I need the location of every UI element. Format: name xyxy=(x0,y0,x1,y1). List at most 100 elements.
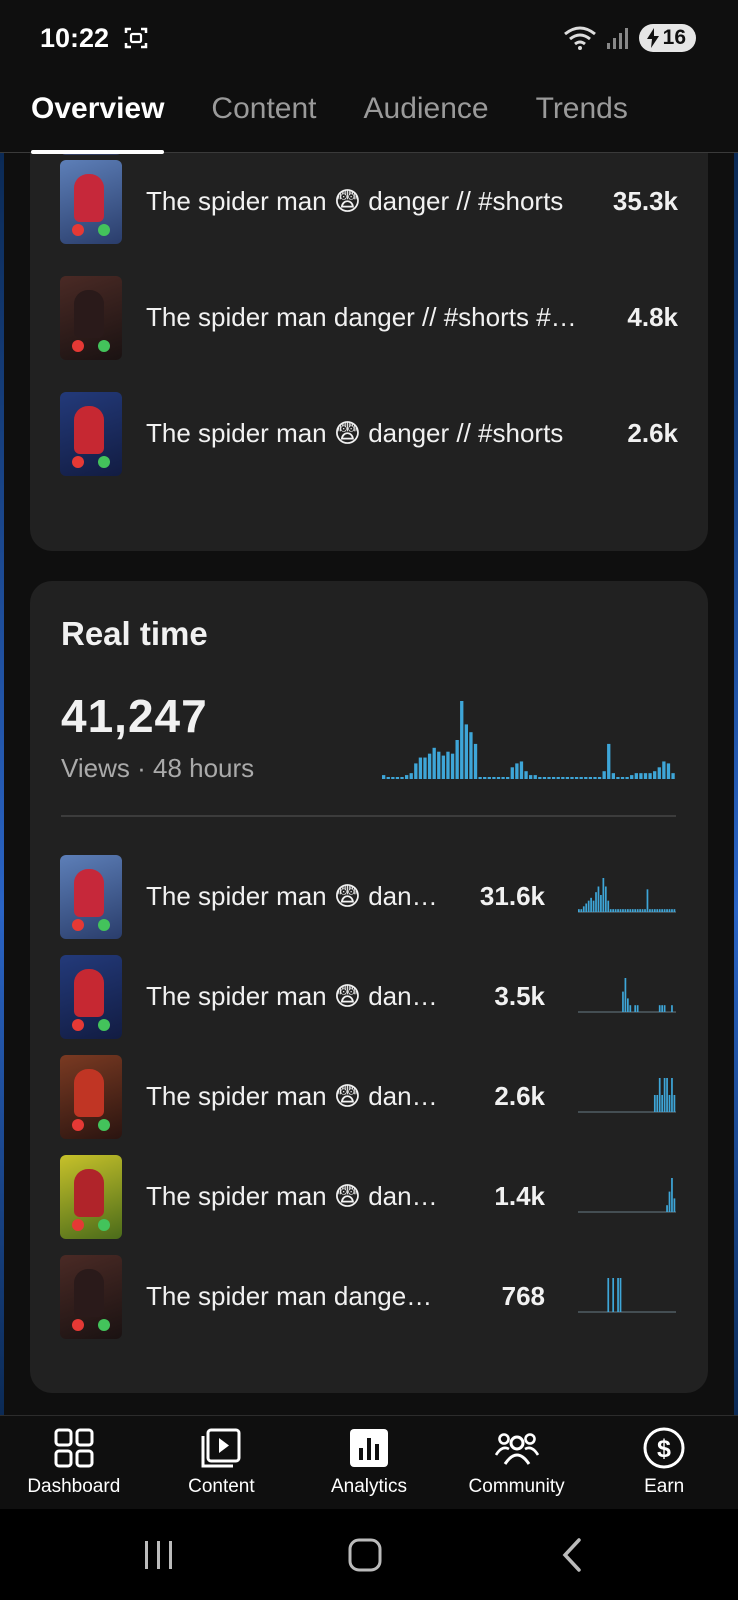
chart-bar xyxy=(579,777,583,779)
video-thumbnail xyxy=(60,1155,122,1239)
chart-bar xyxy=(556,777,560,779)
nav-community[interactable]: Community xyxy=(443,1416,591,1509)
battery-level: 16 xyxy=(662,26,686,49)
screen-edge-glow-right xyxy=(734,153,738,1415)
sparkline-bar xyxy=(624,909,627,912)
nav-dashboard[interactable]: Dashboard xyxy=(0,1416,148,1509)
chart-bar xyxy=(446,751,450,779)
chart-bar xyxy=(561,777,565,779)
nav-earn[interactable]: $ Earn xyxy=(590,1416,738,1509)
chart-bar xyxy=(519,761,524,779)
video-views: 2.6k xyxy=(627,418,678,448)
sparkline-bar xyxy=(614,909,617,912)
status-time: 10:22 xyxy=(40,22,110,53)
sparkline-bar xyxy=(617,909,619,912)
realtime-video-row[interactable]: The spider man 😨 danger 31.6k xyxy=(30,855,708,939)
sparkline-bar xyxy=(607,900,610,912)
tab-audience[interactable]: Audience xyxy=(364,76,489,153)
tab-trends[interactable]: Trends xyxy=(536,76,628,153)
sparkline-bar xyxy=(607,1278,610,1312)
chart-bar xyxy=(538,777,542,779)
sparkline-bar xyxy=(663,1005,666,1012)
top-content-row[interactable]: The spider man 😨 danger // #shorts 2.6k xyxy=(30,392,708,476)
back-button[interactable] xyxy=(553,1535,593,1575)
nav-label: Analytics xyxy=(330,1476,407,1497)
chart-bar xyxy=(616,777,620,779)
chart-bar xyxy=(510,767,514,779)
video-views-sparkline xyxy=(578,1078,676,1113)
sparkline-bar xyxy=(619,1278,622,1312)
recent-apps-button[interactable] xyxy=(139,1535,179,1575)
video-views: 35.3k xyxy=(612,186,678,216)
sparkline-bar xyxy=(604,886,607,912)
video-title: The spider man 😨 danger xyxy=(146,1081,440,1111)
sparkline-bar xyxy=(587,900,590,912)
sparkline-bar xyxy=(646,889,649,912)
chart-bar xyxy=(671,773,675,779)
realtime-card[interactable]: Real time 41,247 Views · 48 hours The sp… xyxy=(30,581,708,1393)
chart-bar xyxy=(460,701,464,779)
home-button[interactable] xyxy=(345,1535,385,1575)
chart-bar xyxy=(501,777,505,779)
sparkline-bar xyxy=(629,1005,632,1012)
video-views-sparkline xyxy=(578,878,676,913)
chart-bar xyxy=(414,763,418,779)
realtime-video-row[interactable]: The spider man 😨 danger 1.4k xyxy=(30,1155,708,1239)
chart-bar xyxy=(597,777,602,779)
sparkline-bar xyxy=(668,1191,671,1212)
video-thumbnail xyxy=(60,276,122,360)
analytics-overview-content[interactable]: The spider man 😨 danger // #shorts 35.3k T… xyxy=(0,153,738,1415)
nav-analytics[interactable]: Analytics xyxy=(295,1416,443,1509)
top-content-row[interactable]: The spider man danger // #shorts #shorts… xyxy=(30,276,708,360)
sparkline-bar xyxy=(609,909,612,912)
sparkline-bar xyxy=(580,909,583,912)
video-views: 2.6k xyxy=(494,1081,545,1111)
earn-icon: $ xyxy=(643,1427,685,1469)
tab-overview[interactable]: Overview xyxy=(31,76,165,154)
chart-bar xyxy=(639,773,643,779)
sparkline-bar xyxy=(663,909,666,912)
chart-bar xyxy=(648,773,652,779)
sparkline-bar xyxy=(656,1095,659,1112)
chart-bar xyxy=(607,743,611,779)
top-content-row[interactable]: The spider man 😨 danger // #shorts 35.3k xyxy=(30,160,708,244)
sparkline-bar xyxy=(592,900,595,912)
nav-content[interactable]: Content xyxy=(148,1416,296,1509)
chart-bar xyxy=(409,773,413,779)
realtime-video-row[interactable]: The spider man 😨 danger 2.6k xyxy=(30,1055,708,1139)
analytics-tabs: Overview Content Audience Trends xyxy=(0,76,738,154)
wifi-icon xyxy=(563,26,596,50)
sparkline-bar xyxy=(661,1005,664,1012)
nav-label: Content xyxy=(188,1476,255,1497)
chart-bar xyxy=(547,777,551,779)
chart-bar xyxy=(542,777,547,779)
sparkline-bar xyxy=(636,1005,639,1012)
sparkline-bar xyxy=(658,1005,661,1012)
sparkline-bar xyxy=(668,1095,671,1112)
chart-bar xyxy=(404,775,409,779)
realtime-views-count: 41,247 xyxy=(61,690,208,742)
sparkline-bar xyxy=(668,909,671,912)
sparkline-bar xyxy=(663,1078,666,1112)
video-views: 1.4k xyxy=(494,1181,545,1211)
sparkline-bar xyxy=(622,991,624,1012)
chart-bar xyxy=(423,757,427,779)
chart-bar xyxy=(427,753,432,779)
chart-bar xyxy=(524,771,528,779)
tab-content[interactable]: Content xyxy=(211,76,316,153)
sparkline-bar xyxy=(622,909,624,912)
sparkline-bar xyxy=(649,909,651,912)
sparkline-bar xyxy=(634,909,637,912)
community-icon xyxy=(494,1433,539,1465)
realtime-video-row[interactable]: The spider man 😨 danger 3.5k xyxy=(30,955,708,1039)
sparkline-bar xyxy=(651,909,654,912)
sparkline-bar xyxy=(585,903,588,912)
chart-bar xyxy=(533,775,537,779)
chart-bar xyxy=(565,777,570,779)
sparkline-bar xyxy=(661,1095,664,1112)
svg-text:$: $ xyxy=(657,1435,671,1463)
realtime-video-row[interactable]: The spider man danger // #shorts 768 xyxy=(30,1255,708,1339)
sparkline-bar xyxy=(627,909,629,912)
chart-bar xyxy=(653,771,657,779)
sparkline-bar xyxy=(673,1095,676,1112)
